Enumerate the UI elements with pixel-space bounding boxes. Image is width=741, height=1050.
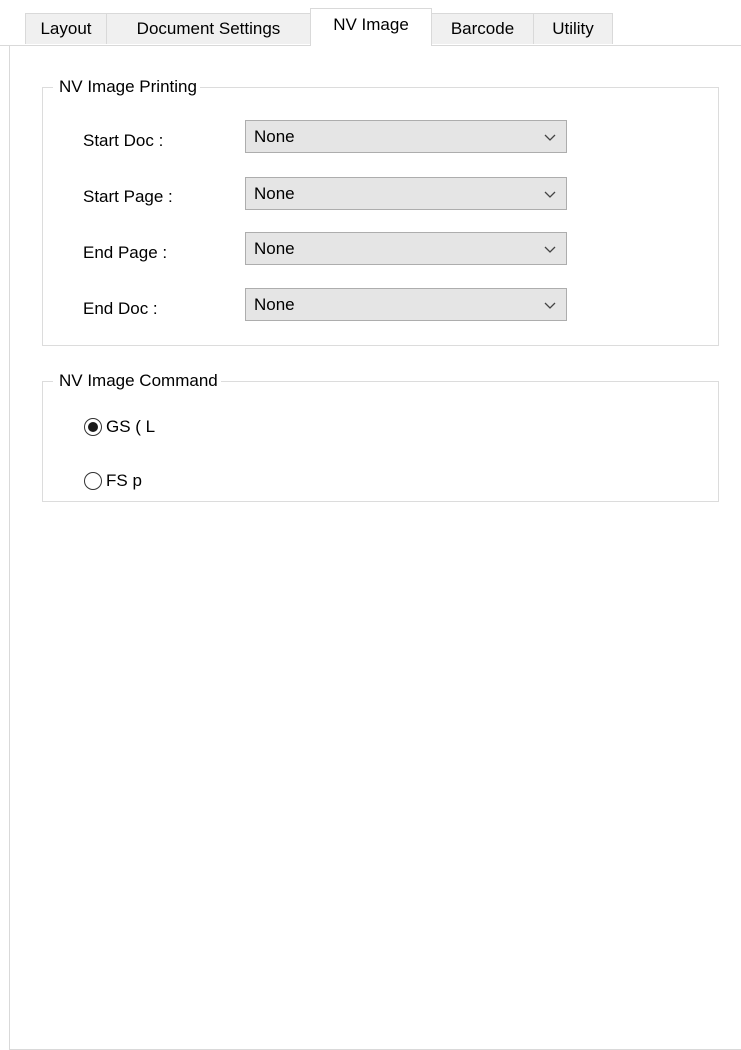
radio-dot — [88, 422, 98, 432]
radio-button-checked[interactable] — [84, 418, 102, 436]
dropdown-value: None — [254, 184, 295, 203]
end-page-label: End Page : — [83, 243, 168, 262]
tab-utility[interactable]: Utility — [533, 13, 613, 44]
tab-document-settings[interactable]: Document Settings — [106, 13, 311, 44]
tab-layout[interactable]: Layout — [25, 13, 107, 44]
tab-nv-image[interactable]: NV Image — [310, 8, 432, 46]
tab-label: Document Settings — [136, 19, 281, 38]
tab-label: NV Image — [333, 15, 409, 34]
nv-image-command-group: NV Image Command — [42, 370, 719, 502]
group-legend: NV Image Printing — [53, 76, 200, 98]
tab-bar: Layout Document Settings NV Image Barcod… — [0, 0, 741, 46]
tab-barcode[interactable]: Barcode — [431, 13, 534, 44]
tab-label: Layout — [40, 19, 92, 38]
dropdown-value: None — [254, 127, 295, 146]
start-doc-label: Start Doc : — [83, 131, 164, 150]
dropdown-value: None — [254, 295, 295, 314]
end-doc-label: End Doc : — [83, 299, 158, 318]
tab-label: Barcode — [450, 19, 515, 38]
gs-l-radio-option[interactable]: GS ( L — [84, 417, 155, 437]
chevron-down-icon — [544, 134, 556, 141]
chevron-down-icon — [544, 191, 556, 198]
start-page-label: Start Page : — [83, 187, 173, 206]
radio-label: GS ( L — [106, 417, 156, 436]
tab-label: Utility — [552, 19, 594, 38]
dropdown-value: None — [254, 239, 295, 258]
start-page-dropdown[interactable]: None — [245, 177, 567, 210]
chevron-down-icon — [544, 246, 556, 253]
group-legend: NV Image Command — [53, 370, 221, 392]
end-doc-dropdown[interactable]: None — [245, 288, 567, 321]
radio-label: FS p — [106, 471, 142, 490]
chevron-down-icon — [544, 302, 556, 309]
start-doc-dropdown[interactable]: None — [245, 120, 567, 153]
fs-p-radio-option[interactable]: FS p — [84, 471, 142, 491]
radio-button-unchecked[interactable] — [84, 472, 102, 490]
end-page-dropdown[interactable]: None — [245, 232, 567, 265]
